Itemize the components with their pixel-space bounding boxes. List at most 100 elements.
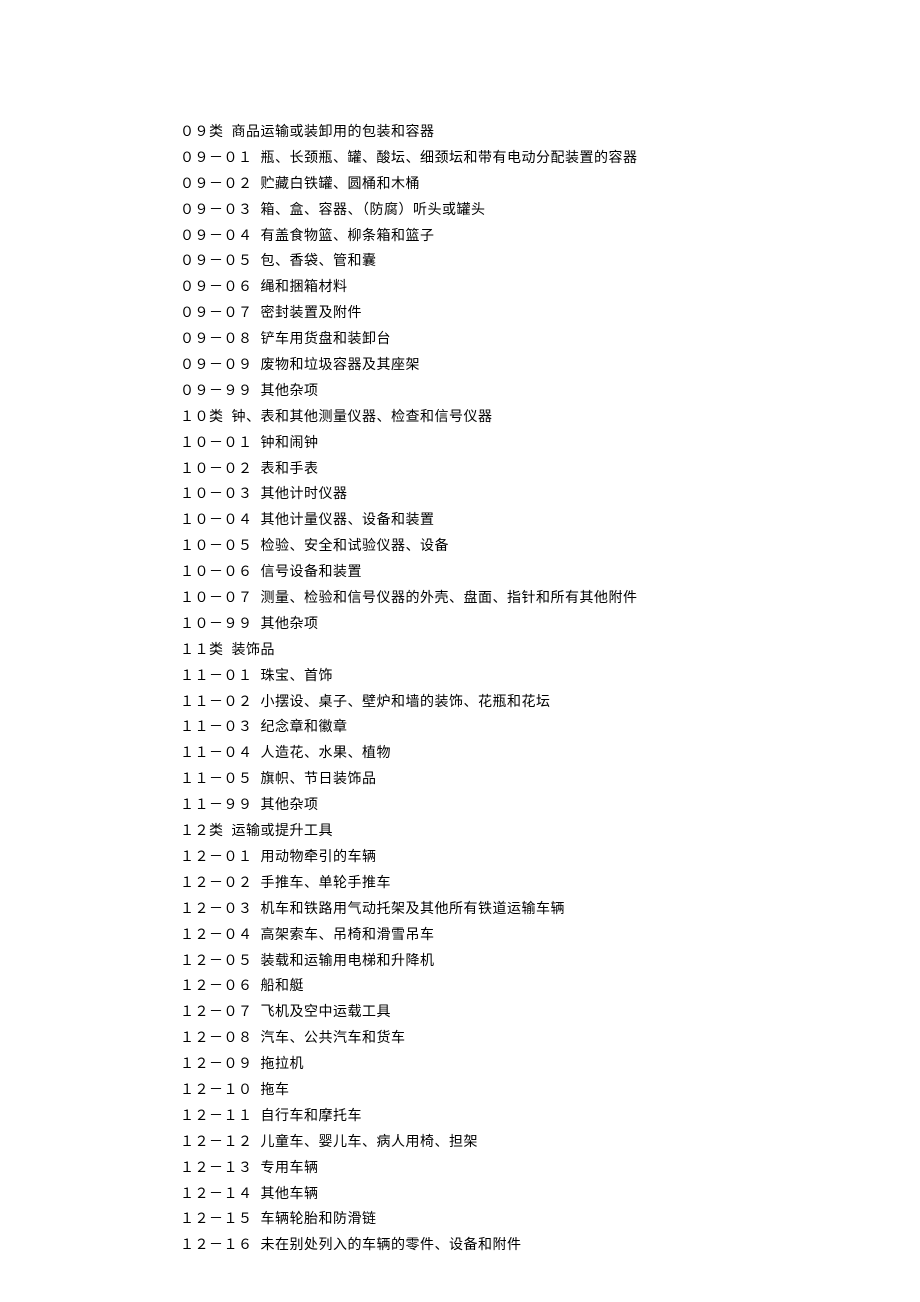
classification-text: 运输或提升工具 (232, 824, 334, 839)
classification-line: １２－１６ 未在别处列入的车辆的零件、设备和附件 (180, 1233, 920, 1259)
classification-line: １０－０５ 检验、安全和试验仪器、设备 (180, 534, 920, 560)
classification-code: １０－０２ (180, 462, 253, 477)
document-content: ０９类 商品运输或装卸用的包装和容器０９－０１ 瓶、长颈瓶、罐、酸坛、细颈坛和带… (180, 120, 920, 1259)
classification-line: ０９－０２ 贮藏白铁罐、圆桶和木桶 (180, 172, 920, 198)
classification-text: 高架索车、吊椅和滑雪吊车 (261, 928, 435, 943)
classification-text: 废物和垃圾容器及其座架 (261, 358, 421, 373)
classification-code: １１－０３ (180, 720, 253, 735)
classification-line: １２－１２ 儿童车、婴儿车、病人用椅、担架 (180, 1130, 920, 1156)
classification-text: 包、香袋、管和囊 (261, 254, 377, 269)
classification-line: １２－１０ 拖车 (180, 1078, 920, 1104)
classification-line: １２－０８ 汽车、公共汽车和货车 (180, 1026, 920, 1052)
classification-line: １２－０２ 手推车、单轮手推车 (180, 871, 920, 897)
classification-code: ０９－０８ (180, 332, 253, 347)
classification-code: １２－０１ (180, 850, 253, 865)
classification-text: 未在别处列入的车辆的零件、设备和附件 (261, 1238, 522, 1253)
classification-text: 贮藏白铁罐、圆桶和木桶 (261, 177, 421, 192)
classification-text: 车辆轮胎和防滑链 (261, 1212, 377, 1227)
classification-code: ０９－０２ (180, 177, 253, 192)
classification-line: １２－０９ 拖拉机 (180, 1052, 920, 1078)
classification-code: １２－１２ (180, 1135, 253, 1150)
classification-code: １０－９９ (180, 617, 253, 632)
classification-line: １１－０１ 珠宝、首饰 (180, 664, 920, 690)
classification-code: ０９－０４ (180, 229, 253, 244)
classification-code: ０９－０５ (180, 254, 253, 269)
classification-line: １０－０２ 表和手表 (180, 457, 920, 483)
classification-code: １０－０５ (180, 539, 253, 554)
classification-code: ０９－０１ (180, 151, 253, 166)
classification-text: 用动物牵引的车辆 (261, 850, 377, 865)
classification-code: １２－１５ (180, 1212, 253, 1227)
classification-line: １１－０５ 旗帜、节日装饰品 (180, 767, 920, 793)
classification-code: １２－０７ (180, 1005, 253, 1020)
classification-line: １２－０６ 船和艇 (180, 974, 920, 1000)
classification-text: 机车和铁路用气动托架及其他所有铁道运输车辆 (261, 902, 566, 917)
classification-text: 装饰品 (232, 643, 276, 658)
classification-text: 人造花、水果、植物 (261, 746, 392, 761)
classification-code: １２－０６ (180, 979, 253, 994)
classification-line: １０－０６ 信号设备和装置 (180, 560, 920, 586)
classification-text: 旗帜、节日装饰品 (261, 772, 377, 787)
classification-text: 表和手表 (261, 462, 319, 477)
classification-line: １２－１３ 专用车辆 (180, 1156, 920, 1182)
classification-line: ０９－０８ 铲车用货盘和装卸台 (180, 327, 920, 353)
classification-line: １０－０４ 其他计量仪器、设备和装置 (180, 508, 920, 534)
classification-text: 纪念章和徽章 (261, 720, 348, 735)
classification-code: １２－０９ (180, 1057, 253, 1072)
classification-text: 信号设备和装置 (261, 565, 363, 580)
classification-text: 汽车、公共汽车和货车 (261, 1031, 406, 1046)
classification-line: １０－０１ 钟和闹钟 (180, 431, 920, 457)
classification-code: １１－０１ (180, 669, 253, 684)
classification-text: 钟和闹钟 (261, 436, 319, 451)
classification-code: １２－１６ (180, 1238, 253, 1253)
classification-code: １０－０１ (180, 436, 253, 451)
classification-code: １２－１３ (180, 1161, 253, 1176)
classification-code: １２－０３ (180, 902, 253, 917)
classification-line: ０９－０３ 箱、盒、容器、（防腐）听头或罐头 (180, 198, 920, 224)
classification-code: １２－０４ (180, 928, 253, 943)
classification-text: 装载和运输用电梯和升降机 (261, 954, 435, 969)
classification-code: １０－０６ (180, 565, 253, 580)
classification-code: １０－０７ (180, 591, 253, 606)
classification-code: １１类 (180, 643, 224, 658)
classification-text: 儿童车、婴儿车、病人用椅、担架 (261, 1135, 479, 1150)
classification-code: ０９－９９ (180, 384, 253, 399)
classification-code: １０－０３ (180, 487, 253, 502)
classification-code: ０９－０６ (180, 280, 253, 295)
classification-code: １２－０８ (180, 1031, 253, 1046)
classification-text: 珠宝、首饰 (261, 669, 334, 684)
classification-text: 铲车用货盘和装卸台 (261, 332, 392, 347)
classification-text: 其他计量仪器、设备和装置 (261, 513, 435, 528)
classification-text: 商品运输或装卸用的包装和容器 (232, 125, 435, 140)
classification-text: 自行车和摩托车 (261, 1109, 363, 1124)
classification-line: ０９－０４ 有盖食物篮、柳条箱和篮子 (180, 224, 920, 250)
classification-line: ０９类 商品运输或装卸用的包装和容器 (180, 120, 920, 146)
classification-line: １１－０２ 小摆设、桌子、壁炉和墙的装饰、花瓶和花坛 (180, 690, 920, 716)
classification-text: 船和艇 (261, 979, 305, 994)
classification-line: ０９－０７ 密封装置及附件 (180, 301, 920, 327)
classification-text: 专用车辆 (261, 1161, 319, 1176)
classification-line: ０９－０６ 绳和捆箱材料 (180, 275, 920, 301)
classification-code: ０９－０９ (180, 358, 253, 373)
classification-text: 手推车、单轮手推车 (261, 876, 392, 891)
classification-line: １２－１４ 其他车辆 (180, 1182, 920, 1208)
classification-code: １２－０５ (180, 954, 253, 969)
classification-text: 其他车辆 (261, 1187, 319, 1202)
classification-line: ０９－０１ 瓶、长颈瓶、罐、酸坛、细颈坛和带有电动分配装置的容器 (180, 146, 920, 172)
classification-line: １１－０３ 纪念章和徽章 (180, 715, 920, 741)
classification-code: １１－０５ (180, 772, 253, 787)
classification-line: １２－０４ 高架索车、吊椅和滑雪吊车 (180, 923, 920, 949)
classification-line: ０９－９９ 其他杂项 (180, 379, 920, 405)
classification-text: 其他计时仪器 (261, 487, 348, 502)
classification-line: １０－０７ 测量、检验和信号仪器的外壳、盘面、指针和所有其他附件 (180, 586, 920, 612)
classification-line: １１－９９ 其他杂项 (180, 793, 920, 819)
classification-code: ０９－０３ (180, 203, 253, 218)
classification-code: ０９类 (180, 125, 224, 140)
classification-text: 其他杂项 (261, 617, 319, 632)
classification-code: ０９－０７ (180, 306, 253, 321)
classification-code: １１－０２ (180, 695, 253, 710)
classification-text: 拖车 (261, 1083, 290, 1098)
classification-code: １２－１０ (180, 1083, 253, 1098)
classification-text: 拖拉机 (261, 1057, 305, 1072)
classification-line: １２－０７ 飞机及空中运载工具 (180, 1000, 920, 1026)
